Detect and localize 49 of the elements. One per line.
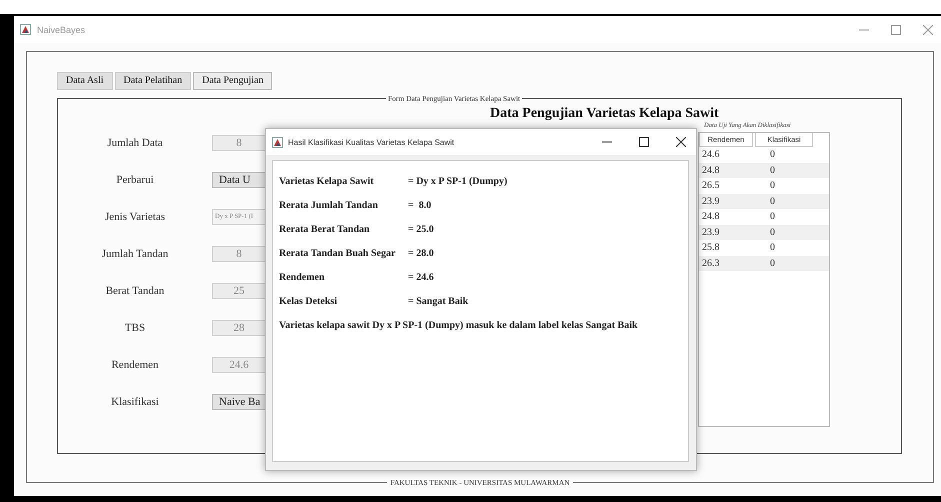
field-label: Perbarui: [115, 174, 155, 186]
result-value: = Dy x P SP-1 (Dumpy): [408, 176, 508, 187]
form-heading: Data Pengujian Varietas Kelapa Sawit: [490, 106, 720, 122]
field-label: Klasifikasi: [110, 396, 160, 408]
table-cell-text: 0: [769, 149, 776, 160]
table-cell-text: 24.8: [701, 164, 720, 176]
table-cell-text: 23.9: [701, 196, 720, 207]
tab[interactable]: Data Pelatihan: [114, 72, 192, 90]
result-value: = 24.6: [408, 272, 434, 283]
table-cell-text: 0: [769, 180, 776, 192]
result-summary: Varietas kelapa sawit Dy x P SP-1 (Dumpy) masuk ke dalam label kelas Sangat Baik: [279, 320, 638, 331]
table-cell-text: 0: [769, 164, 776, 176]
window-title: NaiveBayes: [37, 24, 86, 34]
result-label: Rerata Tandan Buah Segar: [279, 248, 396, 259]
result-value: = 25.0: [408, 224, 434, 235]
action-button[interactable]: Naive Ba: [212, 394, 265, 410]
close-icon[interactable]: [676, 137, 686, 147]
result-label: Kelas Deteksi: [279, 296, 338, 307]
field-label: Jenis Varietas: [104, 211, 166, 223]
maximize-icon[interactable]: [639, 137, 649, 147]
table-cell-text: 23.9: [701, 226, 720, 238]
table-cell-text: 0: [769, 242, 776, 254]
table-cell-text: 24.8: [701, 211, 720, 222]
table-cell-text: 0: [769, 211, 776, 222]
field-label: Jumlah Data: [106, 137, 164, 149]
app-icon: [272, 136, 283, 148]
result-label: Rerata Jumlah Tandan: [279, 200, 379, 211]
table-cell-text: 0: [769, 196, 776, 207]
tab[interactable]: Data Pengujian: [193, 72, 272, 90]
field-label: TBS: [124, 322, 146, 334]
app-icon: [20, 24, 31, 35]
tab[interactable]: Data Asli: [57, 72, 112, 90]
field-label: Berat Tandan: [104, 285, 166, 297]
table-cell-text: 24.6: [701, 149, 720, 160]
result-value: = Sangat Baik: [408, 296, 468, 307]
result-value: = 8.0: [408, 200, 432, 211]
table-cell-text: 26.5: [701, 180, 720, 192]
table-cell-text: 26.3: [701, 258, 720, 269]
result-label: Varietas Kelapa Sawit: [279, 176, 375, 187]
table-cell-text: 0: [769, 258, 776, 269]
action-button[interactable]: Data U: [212, 172, 265, 188]
table-cell-text: 0: [769, 226, 776, 238]
result-value: = 28.0: [408, 248, 434, 259]
dialog-title: Hasil Klasifikasi Kualitas Varietas Kelapa Sawit: [288, 138, 456, 146]
result-label: Rerata Berat Tandan: [279, 224, 371, 235]
result-label: Rendemen: [279, 272, 326, 283]
table-cell-text: 25.8: [701, 242, 720, 254]
field-label: Rendemen: [110, 359, 160, 371]
field-label: Jumlah Tandan: [100, 248, 170, 260]
